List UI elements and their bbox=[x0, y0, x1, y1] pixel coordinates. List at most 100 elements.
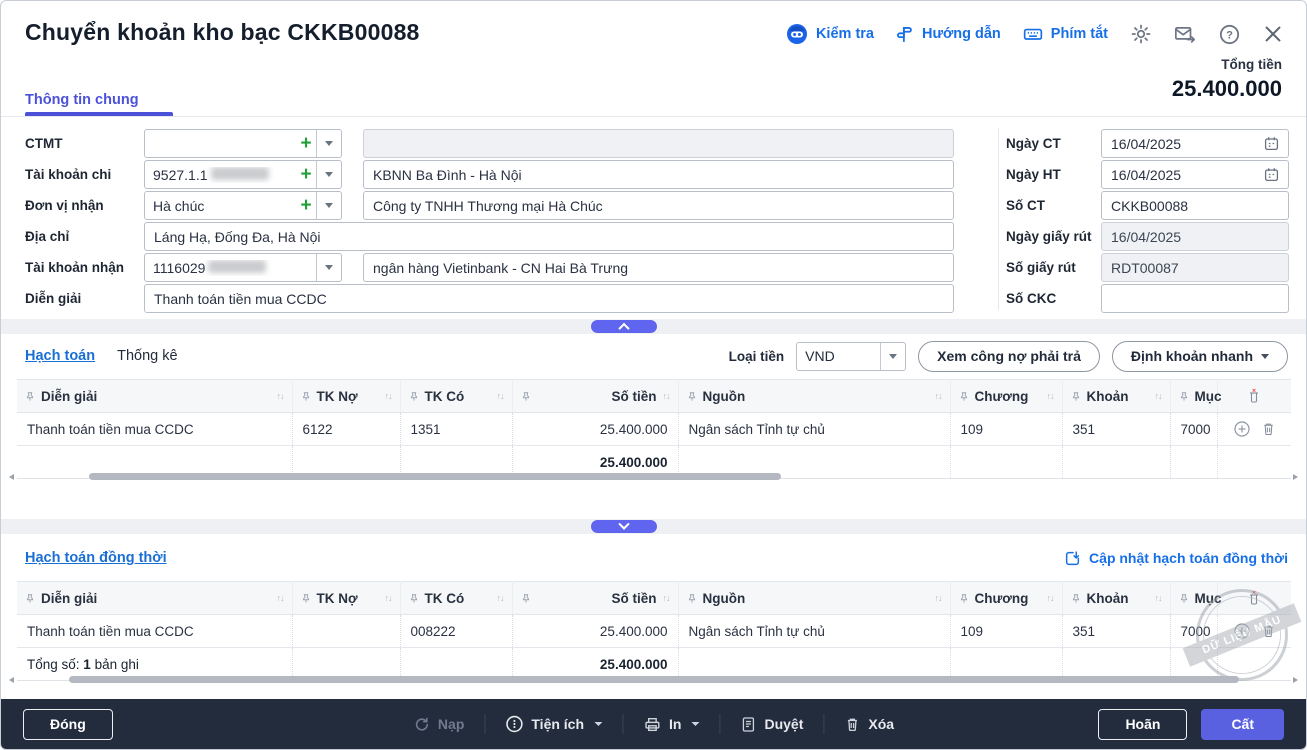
close-button[interactable]: Đóng bbox=[23, 709, 113, 740]
scroll-right-icon[interactable] bbox=[1293, 677, 1298, 683]
guide-button[interactable]: Hướng dẫn bbox=[896, 25, 1001, 43]
sort-arrows-icon[interactable]: ↑↓ bbox=[935, 593, 942, 603]
pin-icon[interactable] bbox=[409, 391, 419, 402]
chevron-down-icon bbox=[880, 343, 905, 370]
scroll-left-icon[interactable] bbox=[9, 677, 14, 683]
so-ct-label: Số CT bbox=[1006, 198, 1101, 213]
tab-thong-ke[interactable]: Thống kê bbox=[117, 348, 177, 364]
sort-arrows-icon[interactable]: ↑↓ bbox=[663, 391, 670, 401]
dien-giai-input[interactable]: Thanh toán tiền mua CCDC bbox=[144, 284, 954, 313]
ngay-ct-datepicker[interactable]: 16/04/2025 bbox=[1101, 129, 1289, 158]
question-circle-icon[interactable]: ? bbox=[1218, 23, 1240, 45]
collapse-up-button[interactable] bbox=[591, 320, 657, 333]
sort-arrows-icon[interactable]: ↑↓ bbox=[277, 391, 284, 401]
pin-icon[interactable] bbox=[1179, 391, 1189, 402]
sort-arrows-icon[interactable]: ↑↓ bbox=[497, 593, 504, 603]
pin-icon[interactable] bbox=[1179, 593, 1189, 604]
tai-khoan-chi-name-field[interactable]: KBNN Ba Đình - Hà Nội bbox=[363, 160, 954, 189]
don-vi-nhan-name-field[interactable]: Công ty TNHH Thương mại Hà Chúc bbox=[363, 191, 954, 220]
don-vi-nhan-dropdown-icon[interactable] bbox=[316, 192, 341, 219]
hach-toan-dong-thoi-link[interactable]: Hạch toán đồng thời bbox=[25, 550, 167, 566]
mail-send-icon[interactable] bbox=[1174, 23, 1196, 45]
don-vi-nhan-combobox[interactable]: Hà chúc + bbox=[144, 191, 342, 220]
scrollbar-thumb[interactable] bbox=[89, 473, 781, 480]
so-ckc-input[interactable] bbox=[1101, 284, 1289, 313]
trash-icon[interactable] bbox=[1261, 421, 1276, 437]
pin-icon[interactable] bbox=[959, 391, 969, 402]
collapse-down-button[interactable] bbox=[591, 520, 657, 533]
horizontal-scrollbar[interactable] bbox=[9, 676, 1298, 684]
calendar-icon[interactable] bbox=[1264, 167, 1279, 182]
so-ct-input[interactable]: CKKB00088 bbox=[1101, 191, 1289, 220]
pin-icon[interactable] bbox=[301, 593, 311, 604]
ngay-ht-datepicker[interactable]: 16/04/2025 bbox=[1101, 160, 1289, 189]
pin-icon[interactable] bbox=[521, 593, 531, 604]
dinh-khoan-nhanh-button[interactable]: Định khoản nhanh bbox=[1112, 341, 1288, 372]
gear-icon[interactable] bbox=[1130, 23, 1152, 45]
tai-khoan-chi-add-icon[interactable]: + bbox=[296, 162, 316, 188]
ctmt-dropdown-icon[interactable] bbox=[316, 130, 341, 157]
sort-arrows-icon[interactable]: ↑↓ bbox=[663, 593, 670, 603]
update-download-icon bbox=[1064, 550, 1081, 567]
sort-arrows-icon[interactable]: ↑↓ bbox=[497, 391, 504, 401]
delete-all-rows-icon[interactable]: × bbox=[1246, 590, 1262, 606]
reload-button[interactable]: Nạp bbox=[413, 716, 464, 733]
ctmt-add-icon[interactable]: + bbox=[296, 131, 316, 157]
sort-arrows-icon[interactable]: ↑↓ bbox=[277, 593, 284, 603]
pin-icon[interactable] bbox=[687, 593, 697, 604]
sort-arrows-icon[interactable]: ↑↓ bbox=[385, 593, 392, 603]
scrollbar-thumb[interactable] bbox=[69, 676, 1239, 683]
table-row[interactable]: Thanh toán tiền mua CCDC 008222 25.400.0… bbox=[17, 615, 1291, 648]
horizontal-scrollbar[interactable] bbox=[9, 473, 1298, 481]
postpone-button[interactable]: Hoãn bbox=[1098, 709, 1187, 740]
utilities-button[interactable]: Tiện ích bbox=[505, 715, 602, 733]
close-icon[interactable] bbox=[1262, 23, 1284, 45]
sort-arrows-icon[interactable]: ↑↓ bbox=[935, 391, 942, 401]
shortcut-button[interactable]: Phím tắt bbox=[1023, 25, 1108, 43]
save-button[interactable]: Cất bbox=[1201, 709, 1284, 740]
delete-all-rows-icon[interactable]: × bbox=[1246, 388, 1262, 404]
ngay-giay-rut-field: 16/04/2025 bbox=[1101, 222, 1289, 251]
tai-khoan-nhan-name-field[interactable]: ngân hàng Vietinbank - CN Hai Bà Trưng bbox=[363, 253, 954, 282]
delete-button[interactable]: Xóa bbox=[844, 716, 894, 733]
don-vi-nhan-add-icon[interactable]: + bbox=[296, 193, 316, 219]
scroll-left-icon[interactable] bbox=[9, 474, 14, 480]
pin-icon[interactable] bbox=[301, 391, 311, 402]
tai-khoan-chi-combobox[interactable]: 9527.1.1 + bbox=[144, 160, 342, 189]
update-simultaneous-link[interactable]: Cập nhật hạch toán đồng thời bbox=[1064, 550, 1288, 567]
pin-icon[interactable] bbox=[409, 593, 419, 604]
print-button[interactable]: In bbox=[643, 716, 699, 733]
tai-khoan-nhan-dropdown-icon[interactable] bbox=[316, 254, 341, 281]
ctmt-label: CTMT bbox=[25, 136, 144, 151]
tab-thong-tin-chung[interactable]: Thông tin chung bbox=[25, 92, 139, 108]
table-row[interactable]: Thanh toán tiền mua CCDC 6122 1351 25.40… bbox=[17, 413, 1291, 446]
sort-arrows-icon[interactable]: ↑↓ bbox=[1155, 391, 1162, 401]
circle-plus-icon[interactable] bbox=[1233, 622, 1251, 640]
trash-icon[interactable] bbox=[1261, 623, 1276, 639]
dia-chi-input[interactable]: Láng Hạ, Đống Đa, Hà Nội bbox=[144, 222, 954, 251]
ctmt-combobox[interactable]: + bbox=[144, 129, 342, 158]
xem-cong-no-button[interactable]: Xem công nợ phải trả bbox=[918, 341, 1100, 372]
sort-arrows-icon[interactable]: ↑↓ bbox=[1047, 593, 1054, 603]
sort-arrows-icon[interactable]: ↑↓ bbox=[1047, 391, 1054, 401]
tab-hach-toan[interactable]: Hạch toán bbox=[25, 348, 95, 364]
calendar-icon[interactable] bbox=[1264, 136, 1279, 151]
pin-icon[interactable] bbox=[1071, 391, 1081, 402]
pin-icon[interactable] bbox=[687, 391, 697, 402]
pin-icon[interactable] bbox=[25, 593, 35, 604]
pin-icon[interactable] bbox=[25, 391, 35, 402]
check-button[interactable]: Kiểm tra bbox=[786, 23, 874, 45]
currency-select[interactable]: VND bbox=[796, 342, 906, 371]
dien-giai-label: Diễn giải bbox=[25, 291, 144, 306]
printer-icon bbox=[643, 716, 661, 733]
approve-button[interactable]: Duyệt bbox=[740, 716, 803, 733]
sort-arrows-icon[interactable]: ↑↓ bbox=[385, 391, 392, 401]
tai-khoan-chi-dropdown-icon[interactable] bbox=[316, 161, 341, 188]
tai-khoan-nhan-combobox[interactable]: 1116029 bbox=[144, 253, 342, 282]
pin-icon[interactable] bbox=[1071, 593, 1081, 604]
pin-icon[interactable] bbox=[521, 391, 531, 402]
pin-icon[interactable] bbox=[959, 593, 969, 604]
circle-plus-icon[interactable] bbox=[1233, 420, 1251, 438]
sort-arrows-icon[interactable]: ↑↓ bbox=[1155, 593, 1162, 603]
scroll-right-icon[interactable] bbox=[1293, 474, 1298, 480]
